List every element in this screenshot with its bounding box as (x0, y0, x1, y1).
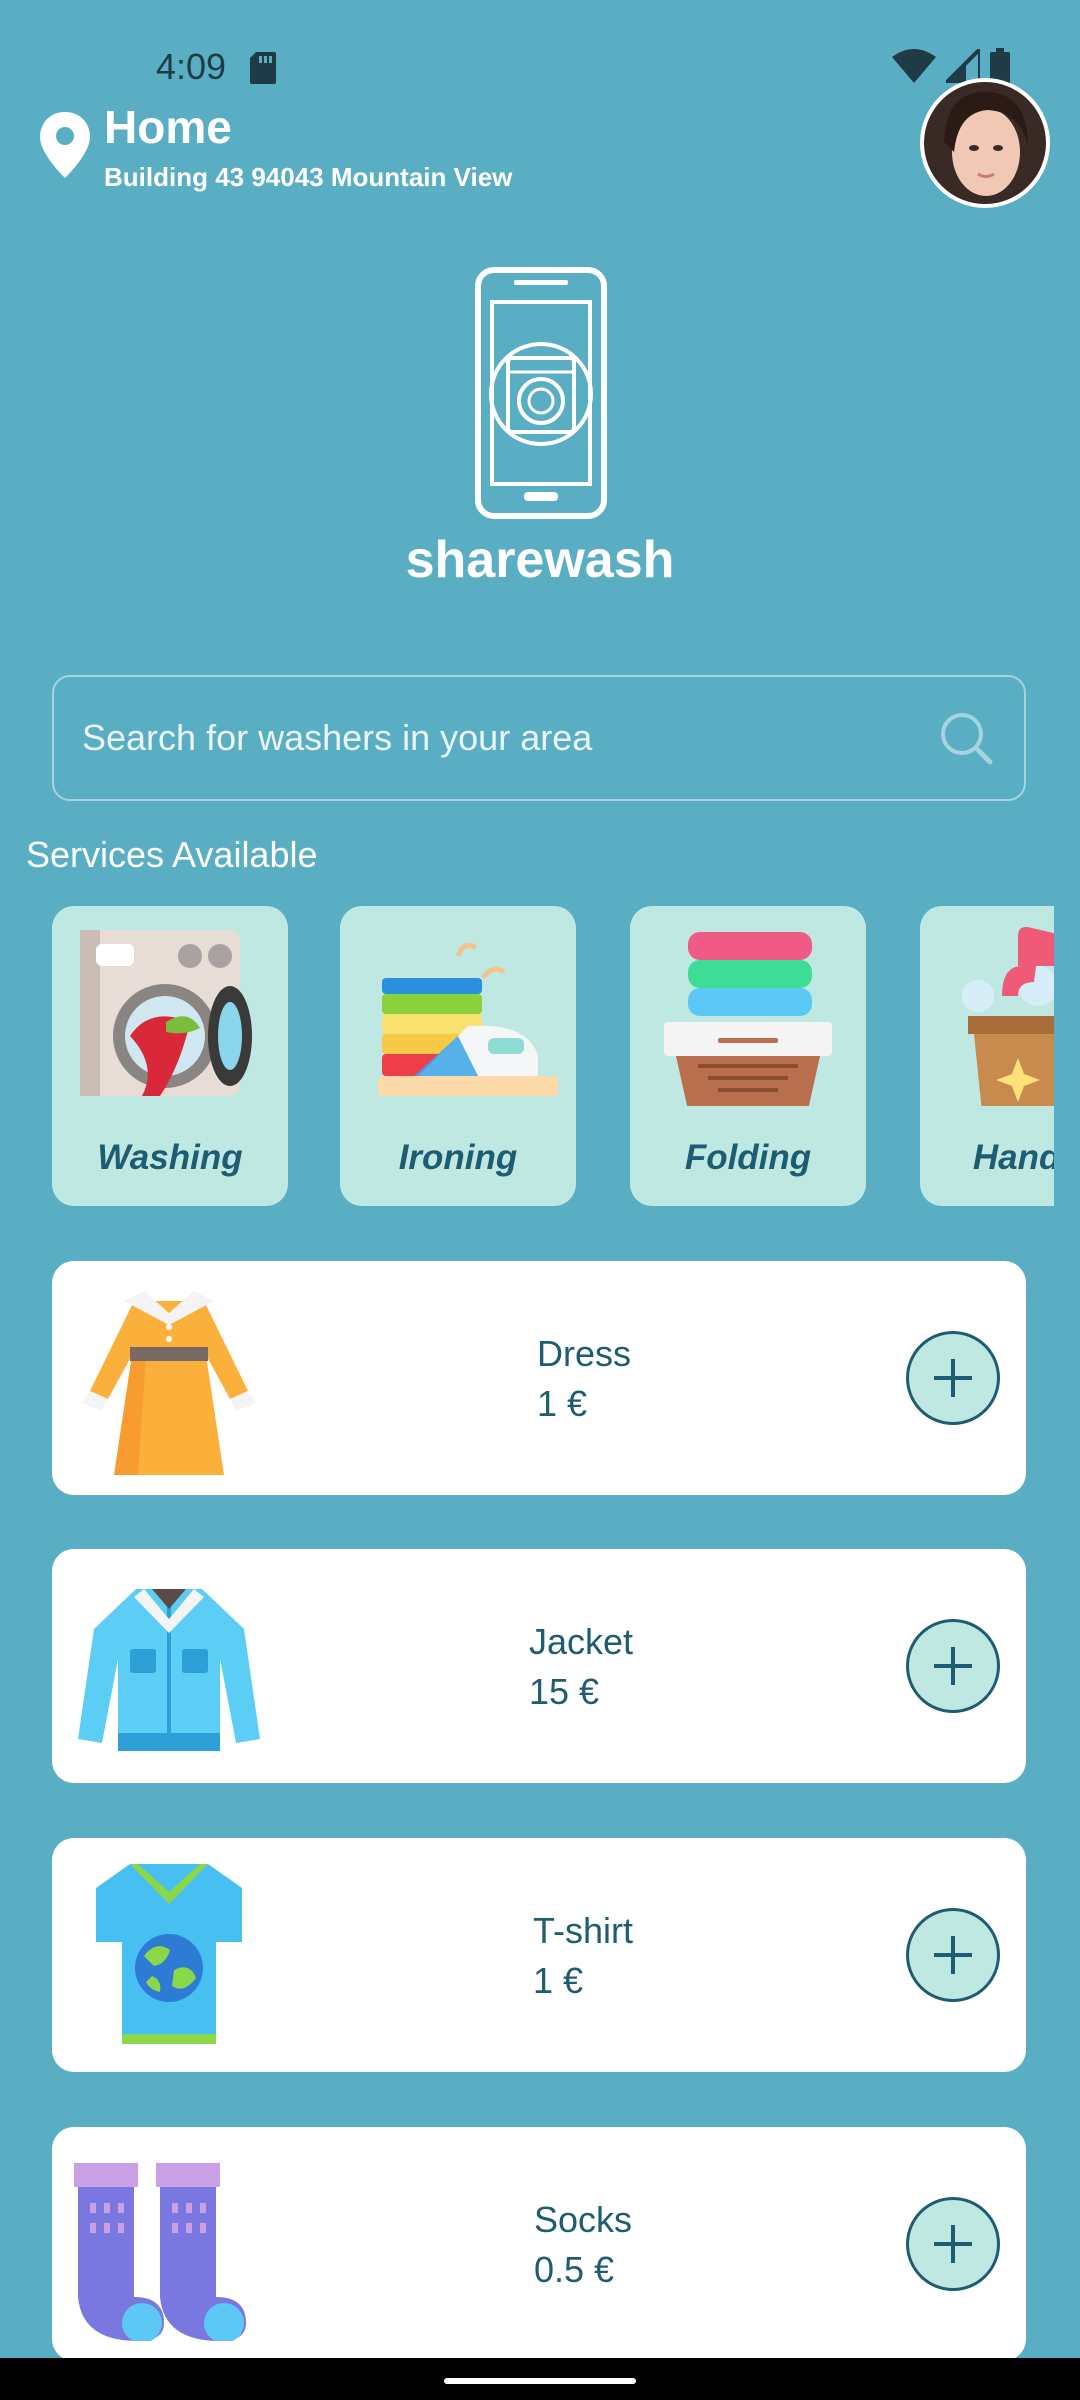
add-button[interactable] (906, 2197, 1000, 2291)
item-price: 1 € (533, 1960, 584, 2001)
add-button[interactable] (906, 1331, 1000, 1425)
search-input[interactable] (54, 716, 938, 760)
jacket-icon (78, 1589, 260, 1751)
folding-basket-icon (664, 932, 832, 1106)
services-title: Services Available (26, 834, 318, 875)
dress-icon (82, 1291, 256, 1475)
item-price: 15 € (529, 1671, 600, 1712)
brand-name: sharewash (405, 531, 675, 589)
search-icon[interactable] (938, 710, 994, 766)
tshirt-icon (96, 1864, 242, 2044)
service-folding[interactable]: Folding (630, 906, 866, 1206)
item-card-tshirt[interactable]: T-shirt 1 € (52, 1838, 1026, 2072)
item-name: Jacket (529, 1621, 634, 1662)
socks-icon (74, 2163, 246, 2341)
add-button[interactable] (906, 1619, 1000, 1713)
service-hand-washing[interactable]: Hand W (920, 906, 1054, 1206)
services-row[interactable]: Washing Ironing Folding Hand (52, 906, 1054, 1208)
item-name: T-shirt (533, 1910, 634, 1951)
item-card-dress[interactable]: Dress 1 € (52, 1261, 1026, 1495)
wifi-icon (892, 49, 936, 83)
add-button[interactable] (906, 1908, 1000, 2002)
sharewash-logo-icon (475, 267, 607, 519)
status-time: 4:09 (156, 46, 227, 87)
item-card-socks[interactable]: Socks 0.5 € (52, 2127, 1026, 2361)
search-bar[interactable] (52, 675, 1026, 801)
service-washing[interactable]: Washing (52, 906, 288, 1206)
item-card-jacket[interactable]: Jacket 15 € (52, 1549, 1026, 1783)
service-label: Ironing (398, 1138, 518, 1177)
sd-card-icon (250, 52, 276, 84)
service-label: Hand W (972, 1138, 1054, 1177)
location-address[interactable]: Building 43 94043 Mountain View (104, 162, 512, 193)
ironing-icon (378, 942, 558, 1096)
location-pin-icon[interactable] (38, 110, 92, 180)
service-label: Folding (684, 1138, 812, 1177)
home-indicator[interactable] (444, 2378, 636, 2384)
item-price: 0.5 € (534, 2249, 615, 2290)
item-name: Dress (537, 1333, 632, 1374)
avatar[interactable] (920, 78, 1050, 208)
item-price: 1 € (537, 1383, 588, 1424)
service-ironing[interactable]: Ironing (340, 906, 576, 1206)
item-name: Socks (534, 2199, 633, 2240)
hand-wash-bucket-icon (962, 927, 1054, 1106)
washing-machine-icon (80, 930, 252, 1096)
location-title[interactable]: Home (104, 100, 232, 154)
service-label: Washing (97, 1138, 243, 1177)
